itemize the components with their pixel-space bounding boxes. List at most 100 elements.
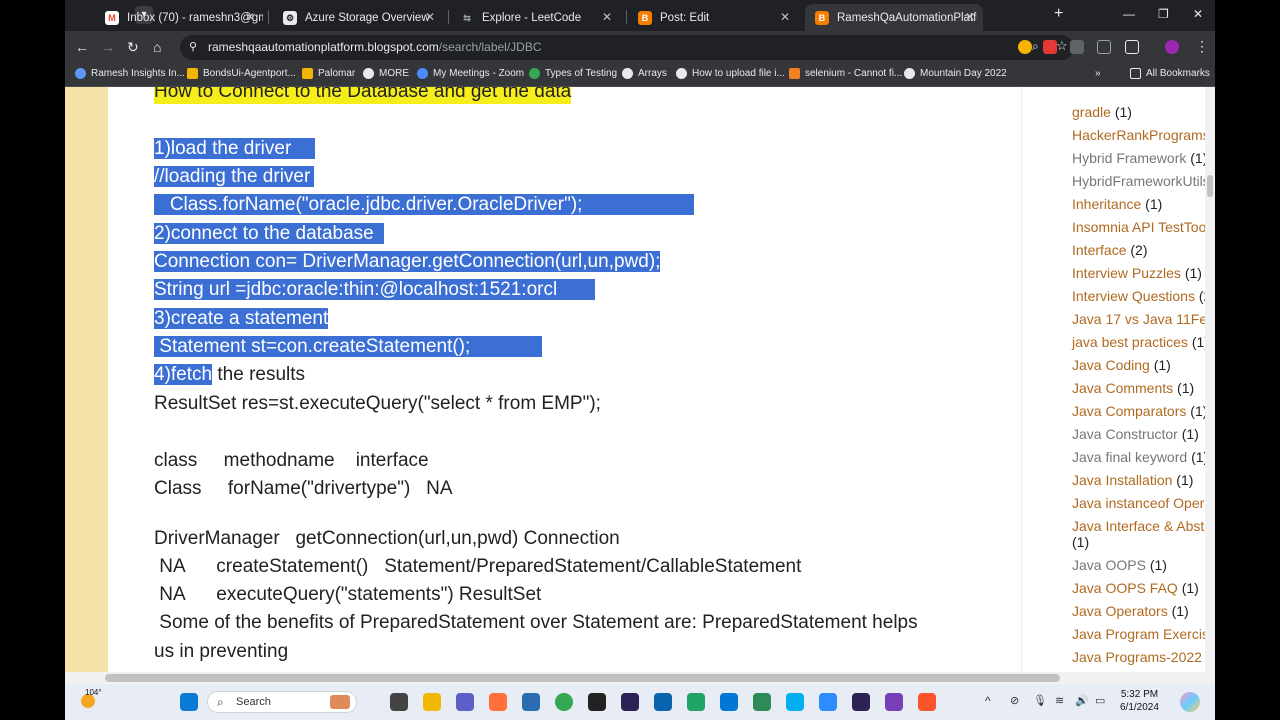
chrome-icon[interactable] <box>555 693 573 711</box>
tab-leetcode[interactable]: ⇆ Explore - LeetCode ✕ <box>450 4 620 31</box>
file-explorer-icon[interactable] <box>423 693 441 711</box>
edge-icon[interactable] <box>687 693 705 711</box>
label-link[interactable]: Interface (2) <box>1072 242 1148 258</box>
vertical-scrollbar[interactable] <box>1205 87 1215 672</box>
browser-menu-icon[interactable]: ⋮ <box>1195 38 1209 55</box>
label-count: (1) <box>1184 265 1202 281</box>
minimize-icon[interactable]: — <box>1123 7 1135 21</box>
show-hidden-icons-chevron-icon[interactable]: ^ <box>985 694 991 708</box>
label-link[interactable]: HackerRankPrograms <box>1072 127 1210 143</box>
extension-grey-icon[interactable] <box>1070 40 1084 54</box>
bookmark-item[interactable]: My Meetings - Zoom <box>417 68 524 79</box>
label-link[interactable]: Java Interface & Abstr <box>1072 518 1209 534</box>
scrollbar-thumb[interactable] <box>1207 175 1213 197</box>
taskbar-clock[interactable]: 5:32 PM 6/1/2024 <box>1120 688 1159 714</box>
close-window-icon[interactable]: ✕ <box>1193 7 1203 21</box>
eclipse2-icon[interactable] <box>852 693 870 711</box>
label-link[interactable]: Insomnia API TestTool <box>1072 219 1209 235</box>
label-link[interactable]: Java 17 vs Java 11Fe <box>1072 311 1207 327</box>
wifi-icon[interactable]: ≋ <box>1055 694 1064 707</box>
tab-rameshqa-active[interactable]: B RameshQaAutomationPlatform ✕ <box>805 4 983 31</box>
extension-emoji-icon[interactable] <box>1018 40 1032 54</box>
bookmark-item[interactable]: Types of Testing <box>529 68 617 79</box>
brave-icon[interactable] <box>918 693 936 711</box>
vscode-icon[interactable] <box>720 693 738 711</box>
label-link[interactable]: Java Constructor (1) <box>1072 426 1199 442</box>
label-link[interactable]: Interview Questions (2 <box>1072 288 1211 304</box>
label-link[interactable]: Java Comments (1) <box>1072 380 1194 396</box>
screen-margin-right <box>1215 0 1280 720</box>
tab-gmail[interactable]: M Inbox (70) - rameshn3@gmail.c ✕ <box>95 4 263 31</box>
notepad-icon[interactable] <box>753 693 771 711</box>
forward-arrow-icon[interactable]: → <box>101 39 115 55</box>
label-link[interactable]: gradle (1) <box>1072 104 1132 120</box>
extension-reader-icon[interactable] <box>1097 40 1111 54</box>
reload-icon[interactable]: ↻ <box>127 39 139 56</box>
close-tab-icon[interactable]: ✕ <box>965 10 975 24</box>
battery-icon[interactable]: ▭ <box>1095 694 1105 707</box>
volume-icon[interactable]: 🔊 <box>1075 694 1089 707</box>
firefox-icon[interactable] <box>489 693 507 711</box>
label-link[interactable]: Java OOPS (1) <box>1072 557 1167 573</box>
taskview-icon[interactable] <box>390 693 408 711</box>
close-tab-icon[interactable]: ✕ <box>425 10 435 24</box>
restore-icon[interactable]: ❐ <box>1158 7 1169 21</box>
label-link[interactable]: Hybrid Framework (1) <box>1072 150 1207 166</box>
address-bar[interactable]: ⚲ rameshqaautomationplatform.blogspot.co… <box>180 35 1074 60</box>
close-tab-icon[interactable]: ✕ <box>780 10 790 24</box>
more-bookmarks-chevron-icon[interactable]: » <box>1095 68 1101 79</box>
bookmark-item[interactable]: How to upload file i... <box>676 68 785 79</box>
horizontal-scrollbar[interactable] <box>65 672 1215 684</box>
windows-start-icon[interactable] <box>180 693 198 711</box>
close-tab-icon[interactable]: ✕ <box>245 10 255 24</box>
label-count: (1) <box>1114 104 1132 120</box>
bookmark-item[interactable]: Ramesh Insights In... <box>75 68 185 79</box>
label-link[interactable]: Java Comparators (1) <box>1072 403 1207 419</box>
label-link[interactable]: (1) <box>1072 534 1089 550</box>
extension-red-icon[interactable] <box>1043 40 1057 54</box>
tab-post-edit[interactable]: B Post: Edit ✕ <box>628 4 798 31</box>
snipping-icon[interactable] <box>885 693 903 711</box>
profile-avatar[interactable] <box>1165 40 1179 54</box>
label-link[interactable]: Java final keyword (1) <box>1072 449 1208 465</box>
teams-icon[interactable] <box>456 693 474 711</box>
dell-icon[interactable] <box>588 693 606 711</box>
zoom-icon[interactable]: ⌕ <box>1032 39 1039 54</box>
copilot-icon[interactable] <box>1180 692 1200 712</box>
bookmark-item[interactable]: Arrays <box>622 68 667 79</box>
label-link[interactable]: Inheritance (1) <box>1072 196 1162 212</box>
bookmark-item[interactable]: selenium - Cannot fi... <box>789 68 902 79</box>
label-link[interactable]: Java Programs-2022 (1 <box>1072 649 1215 665</box>
taskbar-search-input[interactable]: ⌕ Search <box>207 691 357 713</box>
tab-azure[interactable]: ⚙ Azure Storage Overview ✕ <box>273 4 443 31</box>
skype-icon[interactable] <box>786 693 804 711</box>
network-icon[interactable]: ⊘ <box>1010 694 1019 707</box>
bookmark-item[interactable]: Palomar <box>302 68 355 79</box>
bookmark-star-icon[interactable]: ☆ <box>1056 38 1068 54</box>
label-link[interactable]: Interview Puzzles (1) <box>1072 265 1202 281</box>
label-link[interactable]: Java instanceof Opera <box>1072 495 1212 511</box>
bookmark-item[interactable]: Mountain Day 2022 <box>904 68 1007 79</box>
outlook-icon[interactable] <box>654 693 672 711</box>
label-link[interactable]: java best practices (1) <box>1072 334 1209 350</box>
store-icon[interactable] <box>522 693 540 711</box>
label-link[interactable]: HybridFrameworkUtils <box>1072 173 1210 189</box>
label-link[interactable]: Java Program Exercis <box>1072 626 1209 642</box>
eclipse-icon[interactable] <box>621 693 639 711</box>
label-link[interactable]: Java Installation (1) <box>1072 472 1193 488</box>
zoom-icon[interactable] <box>819 693 837 711</box>
close-tab-icon[interactable]: ✕ <box>602 10 612 24</box>
site-info-icon[interactable]: ⚲ <box>189 40 197 53</box>
all-bookmarks-button[interactable]: All Bookmarks <box>1130 68 1210 79</box>
extensions-puzzle-icon[interactable] <box>1125 40 1139 54</box>
new-tab-plus-icon[interactable]: + <box>1054 5 1063 23</box>
bookmark-item[interactable]: BondsUi-Agentport... <box>187 68 296 79</box>
label-link[interactable]: Java Operators (1) <box>1072 603 1189 619</box>
scrollbar-thumb[interactable] <box>105 674 1060 682</box>
back-arrow-icon[interactable]: ← <box>75 39 89 55</box>
label-link[interactable]: Java Coding (1) <box>1072 357 1171 373</box>
microphone-icon[interactable]: 🎙 <box>1033 694 1047 707</box>
bookmark-item[interactable]: MORE <box>363 68 409 79</box>
label-link[interactable]: Java OOPS FAQ (1) <box>1072 580 1199 596</box>
home-icon[interactable]: ⌂ <box>153 39 161 55</box>
